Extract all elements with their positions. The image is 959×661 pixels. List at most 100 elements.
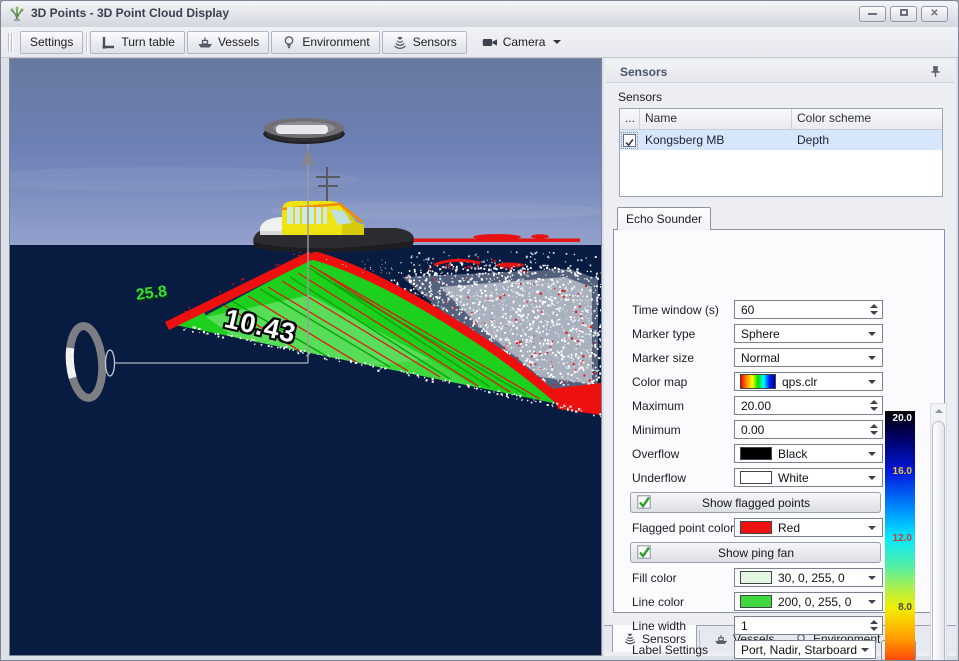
underflow-swatch bbox=[740, 471, 772, 484]
dropdown-arrow-icon bbox=[868, 576, 876, 580]
column-name[interactable]: Name bbox=[640, 109, 792, 129]
vessels-label: Vessels bbox=[218, 35, 259, 49]
line-width-input[interactable]: 1 bbox=[734, 616, 883, 635]
fill-color-dropdown[interactable]: 30, 0, 255, 0 bbox=[734, 568, 883, 587]
sensors-table: ... Name Color scheme Kongsberg MB Depth bbox=[619, 108, 943, 197]
fill-color-value: 30, 0, 255, 0 bbox=[772, 571, 868, 585]
time-window-label: Time window (s) bbox=[632, 303, 719, 317]
sonar-icon bbox=[392, 35, 408, 50]
vessels-button[interactable]: Vessels bbox=[187, 31, 269, 54]
flagged-color-dropdown[interactable]: Red bbox=[734, 518, 883, 537]
show-ping-fan-button[interactable]: Show ping fan bbox=[630, 542, 881, 563]
app-window: 3D Points - 3D Point Cloud Display ✕ Set… bbox=[0, 0, 959, 661]
sensor-colorscheme-cell: Depth bbox=[792, 131, 942, 150]
fill-color-swatch bbox=[740, 571, 772, 584]
port-range-label: 25.8 bbox=[135, 283, 168, 305]
settings-button[interactable]: Settings bbox=[20, 31, 83, 54]
line-color-label: Line color bbox=[632, 595, 684, 609]
flagged-color-swatch bbox=[740, 521, 772, 534]
window-title: 3D Points - 3D Point Cloud Display bbox=[31, 1, 229, 26]
dropdown-arrow-icon bbox=[868, 526, 876, 530]
close-button[interactable]: ✕ bbox=[921, 6, 948, 22]
sensors-panel: Sensors Sensors ... Name Color scheme bbox=[604, 58, 956, 656]
turn-table-label: Turn table bbox=[121, 35, 175, 49]
camera-button[interactable]: Camera bbox=[472, 31, 572, 54]
minimum-value: 0.00 bbox=[735, 423, 866, 437]
minimum-label: Minimum bbox=[632, 423, 681, 437]
environment-label: Environment bbox=[302, 35, 369, 49]
scrollbar-thumb[interactable] bbox=[932, 421, 945, 661]
check-icon bbox=[624, 137, 635, 148]
toolbar-grip-handle[interactable] bbox=[8, 33, 13, 52]
time-window-input[interactable]: 60 bbox=[734, 300, 883, 319]
show-flagged-points-label: Show flagged points bbox=[652, 496, 860, 510]
show-ping-fan-label: Show ping fan bbox=[652, 546, 860, 560]
scale-tick: 16.0 bbox=[893, 466, 912, 477]
minimum-input[interactable]: 0.00 bbox=[734, 420, 883, 439]
marker-size-dropdown[interactable]: Normal bbox=[734, 348, 883, 367]
color-map-dropdown[interactable]: qps.clr bbox=[734, 372, 883, 391]
turn-table-button[interactable]: Turn table bbox=[90, 31, 185, 54]
sensors-group-label: Sensors bbox=[618, 90, 662, 104]
dropdown-arrow-icon bbox=[868, 452, 876, 456]
column-options[interactable]: ... bbox=[620, 109, 640, 129]
dropdown-arrow-icon bbox=[868, 332, 876, 336]
line-color-swatch bbox=[740, 595, 772, 608]
environment-button[interactable]: Environment bbox=[271, 31, 379, 54]
vessel-icon bbox=[714, 632, 728, 647]
marker-type-dropdown[interactable]: Sphere bbox=[734, 324, 883, 343]
settings-label: Settings bbox=[30, 35, 73, 49]
marker-type-label: Marker type bbox=[632, 327, 695, 341]
minimize-button[interactable] bbox=[859, 6, 886, 22]
dropdown-arrow-icon bbox=[861, 648, 869, 652]
sensors-label: Sensors bbox=[413, 35, 457, 49]
time-window-value: 60 bbox=[735, 303, 866, 317]
scale-tick: 8.0 bbox=[898, 602, 912, 613]
maximum-spinner[interactable] bbox=[866, 397, 882, 414]
checked-checkbox-icon bbox=[637, 545, 652, 560]
line-width-value: 1 bbox=[735, 619, 866, 633]
dropdown-arrow-icon bbox=[868, 356, 876, 360]
main-toolbar: Settings Turn table Vessels Environment bbox=[1, 27, 959, 58]
scroll-up-arrow[interactable] bbox=[931, 404, 946, 418]
marker-size-label: Marker size bbox=[632, 351, 694, 365]
panel-scrollbar[interactable] bbox=[930, 403, 947, 661]
lightbulb-icon bbox=[281, 35, 297, 50]
color-scale: 20.0 16.0 12.0 8.0 4.0 0.0 bbox=[885, 411, 915, 661]
sensor-enabled-checkbox[interactable] bbox=[623, 134, 636, 147]
fill-color-label: Fill color bbox=[632, 571, 677, 585]
scale-tick: 12.0 bbox=[893, 533, 912, 544]
minimum-spinner[interactable] bbox=[866, 421, 882, 438]
marker-size-value: Normal bbox=[735, 351, 868, 365]
overflow-value: Black bbox=[772, 447, 868, 461]
flagged-color-label: Flagged point color bbox=[632, 521, 734, 535]
dropdown-arrow-icon bbox=[868, 476, 876, 480]
maximize-icon bbox=[900, 9, 908, 16]
tab-echo-sounder[interactable]: Echo Sounder bbox=[617, 207, 711, 230]
label-settings-dropdown[interactable]: Port, Nadir, Starboard bbox=[734, 640, 876, 659]
pin-icon[interactable] bbox=[929, 65, 942, 79]
dropdown-arrow-icon bbox=[868, 380, 876, 384]
column-color-scheme[interactable]: Color scheme bbox=[792, 109, 942, 129]
line-width-spinner[interactable] bbox=[866, 617, 882, 634]
maximum-label: Maximum bbox=[632, 399, 684, 413]
maximize-button[interactable] bbox=[890, 6, 917, 22]
sensor-name-cell: Kongsberg MB bbox=[640, 131, 792, 150]
echo-sounder-panel: Time window (s) 60 Marker type Sphere Ma… bbox=[613, 229, 945, 613]
underflow-value: White bbox=[772, 471, 868, 485]
marker-type-value: Sphere bbox=[735, 327, 868, 341]
turn-table-icon bbox=[100, 35, 116, 50]
underflow-dropdown[interactable]: White bbox=[734, 468, 883, 487]
title-bar[interactable]: 3D Points - 3D Point Cloud Display ✕ bbox=[1, 1, 959, 28]
line-color-value: 200, 0, 255, 0 bbox=[772, 595, 868, 609]
show-flagged-points-button[interactable]: Show flagged points bbox=[630, 492, 881, 513]
table-row[interactable]: Kongsberg MB Depth bbox=[620, 130, 942, 150]
point-cloud-3d-view[interactable]: 25.8 10.43 bbox=[9, 58, 602, 656]
time-window-spinner[interactable] bbox=[866, 301, 882, 318]
line-color-dropdown[interactable]: 200, 0, 255, 0 bbox=[734, 592, 883, 611]
overflow-dropdown[interactable]: Black bbox=[734, 444, 883, 463]
sensors-button[interactable]: Sensors bbox=[382, 31, 467, 54]
maximum-input[interactable]: 20.00 bbox=[734, 396, 883, 415]
overflow-swatch bbox=[740, 447, 772, 460]
panel-header-title: Sensors bbox=[620, 65, 667, 79]
